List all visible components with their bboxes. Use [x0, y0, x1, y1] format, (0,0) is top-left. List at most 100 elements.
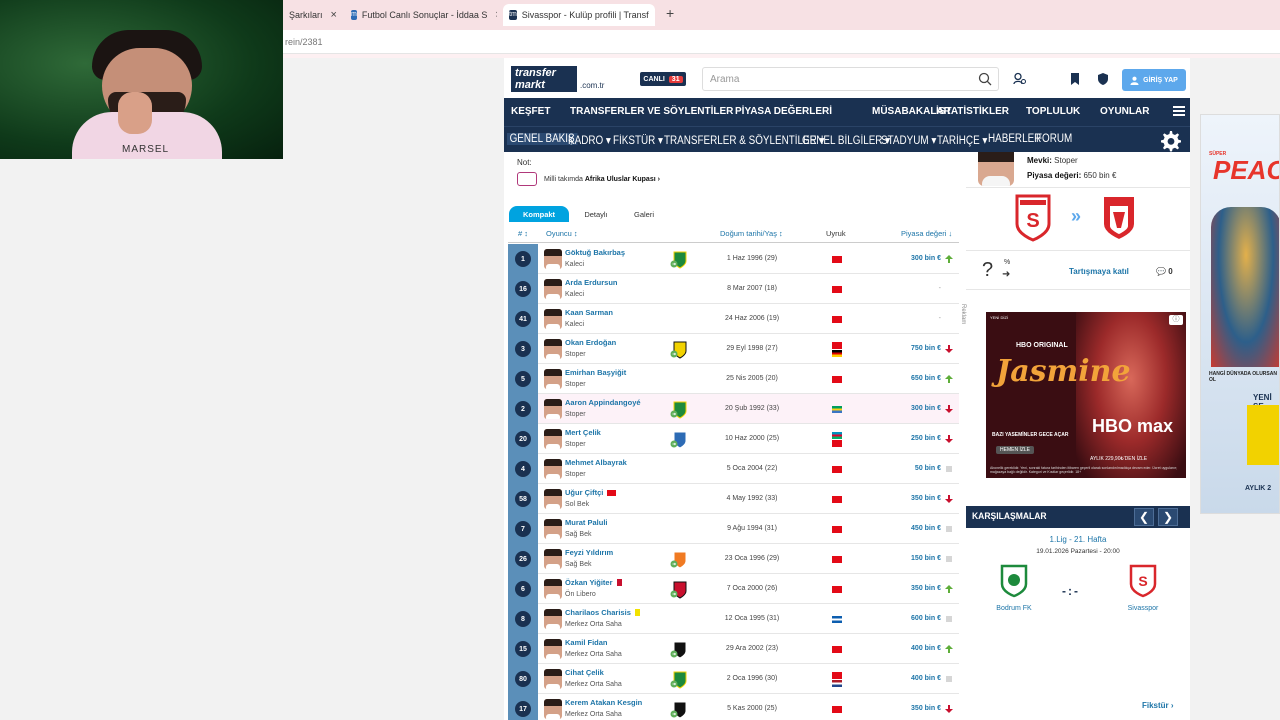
table-row[interactable]: 15 Kamil Fidan Merkez Orta Saha 29 Ara 2002…: [508, 634, 959, 664]
close-icon[interactable]: ×: [495, 9, 497, 21]
nav-item-statistics[interactable]: İSTATİSTİKLER: [936, 106, 1009, 117]
player-avatar[interactable]: [544, 519, 562, 539]
player-avatar[interactable]: [544, 459, 562, 479]
next-match-button[interactable]: ❯: [1158, 508, 1178, 526]
hbo-ad[interactable]: YENİ DİZİ HBO ORIGINAL Jasmine BAZI YASE…: [986, 312, 1186, 478]
market-value[interactable]: 250 bin €: [911, 435, 941, 442]
subnav-general-info[interactable]: GENEL BİLGİLER ▾: [802, 133, 890, 147]
player-avatar[interactable]: [544, 369, 562, 389]
table-row[interactable]: 2 Aaron Appindangoyé Stoper 20 Şub 1992 (33…: [508, 394, 959, 424]
market-value[interactable]: 650 bin €: [911, 375, 941, 382]
player-avatar[interactable]: [544, 279, 562, 299]
note-text-link[interactable]: Afrika Uluslar Kupası ›: [585, 176, 660, 183]
column-header-birth[interactable]: Doğum tarihi/Yaş ↕: [720, 229, 783, 238]
nav-item-transfers[interactable]: TRANSFERLER VE SÖYLENTİLER: [570, 106, 733, 117]
nav-item-kesfet[interactable]: KEŞFET: [511, 106, 550, 117]
away-team-name[interactable]: Sivasspor: [1108, 605, 1178, 612]
table-row[interactable]: 1 Göktuğ Bakırbaş Kaleci 1 Haz 1996 (29) 300…: [508, 244, 959, 274]
market-value[interactable]: 600 bin €: [911, 615, 941, 622]
site-logo-tld[interactable]: .com.tr: [580, 81, 604, 90]
browser-tab[interactable]: Şarkıları ×: [283, 4, 341, 26]
player-name[interactable]: Cihat Çelik: [565, 668, 604, 677]
market-value[interactable]: 150 bin €: [911, 555, 941, 562]
subnav-fixtures[interactable]: FİKSTÜR ▾: [613, 133, 663, 147]
player-avatar[interactable]: [544, 309, 562, 329]
previous-club-icon[interactable]: [670, 581, 688, 599]
live-button[interactable]: CANLI 31: [640, 72, 686, 86]
previous-club-icon[interactable]: [670, 341, 688, 359]
subnav-forum[interactable]: FORUM: [1036, 133, 1072, 145]
market-value[interactable]: 50 bin €: [915, 465, 941, 472]
player-avatar[interactable]: [544, 249, 562, 269]
gear-icon[interactable]: [1158, 129, 1182, 153]
browser-tab[interactable]: m Futbol Canlı Sonuçlar - İddaa S ×: [345, 4, 497, 26]
player-name[interactable]: Kerem Atakan Kesgin: [565, 698, 642, 707]
previous-club-icon[interactable]: [670, 401, 688, 419]
tab-compact[interactable]: Kompakt: [509, 206, 569, 222]
table-row[interactable]: 3 Okan Erdoğan Stoper 29 Eyl 1998 (27) 750 b…: [508, 334, 959, 364]
match-league[interactable]: 1.Lig - 21. Hafta: [966, 535, 1190, 544]
new-tab-button[interactable]: +: [666, 5, 674, 21]
player-name[interactable]: Özkan Yiğiter: [565, 578, 622, 587]
player-name[interactable]: Emirhan Başyiğit: [565, 368, 626, 377]
market-value[interactable]: 350 bin €: [911, 585, 941, 592]
market-value[interactable]: 750 bin €: [911, 345, 941, 352]
sivasspor-crest-icon[interactable]: S: [1128, 564, 1158, 598]
table-row[interactable]: 58 Uğur Çiftçi Sol Bek 4 May 1992 (33) 350 b…: [508, 484, 959, 514]
player-name[interactable]: Arda Erdursun: [565, 278, 618, 287]
market-value[interactable]: 400 bin €: [911, 645, 941, 652]
player-name[interactable]: Feyzi Yıldırım: [565, 548, 613, 557]
discuss-link[interactable]: Tartışmaya katıl: [1069, 267, 1129, 276]
subnav-stadium[interactable]: STADYUM ▾: [881, 133, 936, 147]
tab-gallery[interactable]: Galeri: [621, 206, 667, 222]
market-value[interactable]: 300 bin €: [911, 405, 941, 412]
player-avatar[interactable]: [544, 339, 562, 359]
player-name[interactable]: Murat Paluli: [565, 518, 608, 527]
market-value[interactable]: 350 bin €: [911, 495, 941, 502]
previous-club-icon[interactable]: [670, 641, 688, 659]
player-avatar[interactable]: [544, 429, 562, 449]
player-name[interactable]: Charilaos Charisis: [565, 608, 640, 617]
ad-close-icon[interactable]: ⓘ: [1169, 315, 1183, 325]
previous-club-icon[interactable]: [670, 551, 688, 569]
player-name[interactable]: Göktuğ Bakırbaş: [565, 248, 625, 257]
market-value[interactable]: 350 bin €: [911, 705, 941, 712]
previous-club-icon[interactable]: [670, 701, 688, 719]
table-row[interactable]: 26 Feyzi Yıldırım Sağ Bek 23 Oca 1996 (29) 1…: [508, 544, 959, 574]
market-value[interactable]: 450 bin €: [911, 525, 941, 532]
player-avatar[interactable]: [544, 399, 562, 419]
column-header-number[interactable]: # ↕: [518, 229, 528, 238]
bookmark-icon[interactable]: [1068, 72, 1082, 86]
player-avatar[interactable]: [544, 489, 562, 509]
browser-tab-active[interactable]: tm Sivasspor - Kulüp profili | Transf ×: [503, 4, 655, 26]
player-name[interactable]: Kaan Sarman: [565, 308, 613, 317]
search-input[interactable]: Arama: [702, 67, 999, 91]
bodrum-crest-icon[interactable]: [999, 564, 1029, 598]
table-row[interactable]: 17 Kerem Atakan Kesgin Merkez Orta Saha 5 K…: [508, 694, 959, 720]
column-header-value[interactable]: Piyasa değeri ↓: [901, 229, 952, 238]
table-row[interactable]: 5 Emirhan Başyiğit Stoper 25 Nis 2005 (20) 6…: [508, 364, 959, 394]
player-avatar[interactable]: [544, 549, 562, 569]
player-avatar[interactable]: [544, 579, 562, 599]
table-row[interactable]: 6 Özkan Yiğiter Ön Libero 7 Oca 2000 (26) 35…: [508, 574, 959, 604]
table-row[interactable]: 16 Arda Erdursun Kaleci 8 Mar 2007 (18) -: [508, 274, 959, 304]
player-name[interactable]: Aaron Appindangoyé: [565, 398, 641, 407]
subnav-squad[interactable]: KADRO ▾: [568, 133, 611, 147]
table-row[interactable]: 20 Mert Çelik Stoper 10 Haz 2000 (25) 250 bi…: [508, 424, 959, 454]
table-row[interactable]: 41 Kaan Sarman Kaleci 24 Haz 2006 (19) -: [508, 304, 959, 334]
player-name[interactable]: Mehmet Albayrak: [565, 458, 627, 467]
table-row[interactable]: 8 Charilaos Charisis Merkez Orta Saha 12 Oc…: [508, 604, 959, 634]
site-logo[interactable]: transfer markt: [511, 66, 577, 92]
table-row[interactable]: 80 Cihat Çelik Merkez Orta Saha 2 Oca 1996 …: [508, 664, 959, 694]
tab-detailed[interactable]: Detaylı: [571, 206, 621, 222]
previous-club-icon[interactable]: [670, 671, 688, 689]
nav-item-games[interactable]: OYUNLAR: [1100, 106, 1149, 117]
ad-cta-button[interactable]: HEMEN İZLE: [996, 446, 1035, 454]
user-search-icon[interactable]: [1013, 72, 1027, 86]
player-name[interactable]: Uğur Çiftçi: [565, 488, 617, 497]
samsunspor-crest-icon[interactable]: [1100, 194, 1138, 242]
player-name[interactable]: Mert Çelik: [565, 428, 601, 437]
player-name[interactable]: Okan Erdoğan: [565, 338, 616, 347]
column-header-player[interactable]: Oyuncu ↕: [546, 229, 578, 238]
table-row[interactable]: 4 Mehmet Albayrak Stoper 5 Oca 2004 (22) 50 …: [508, 454, 959, 484]
